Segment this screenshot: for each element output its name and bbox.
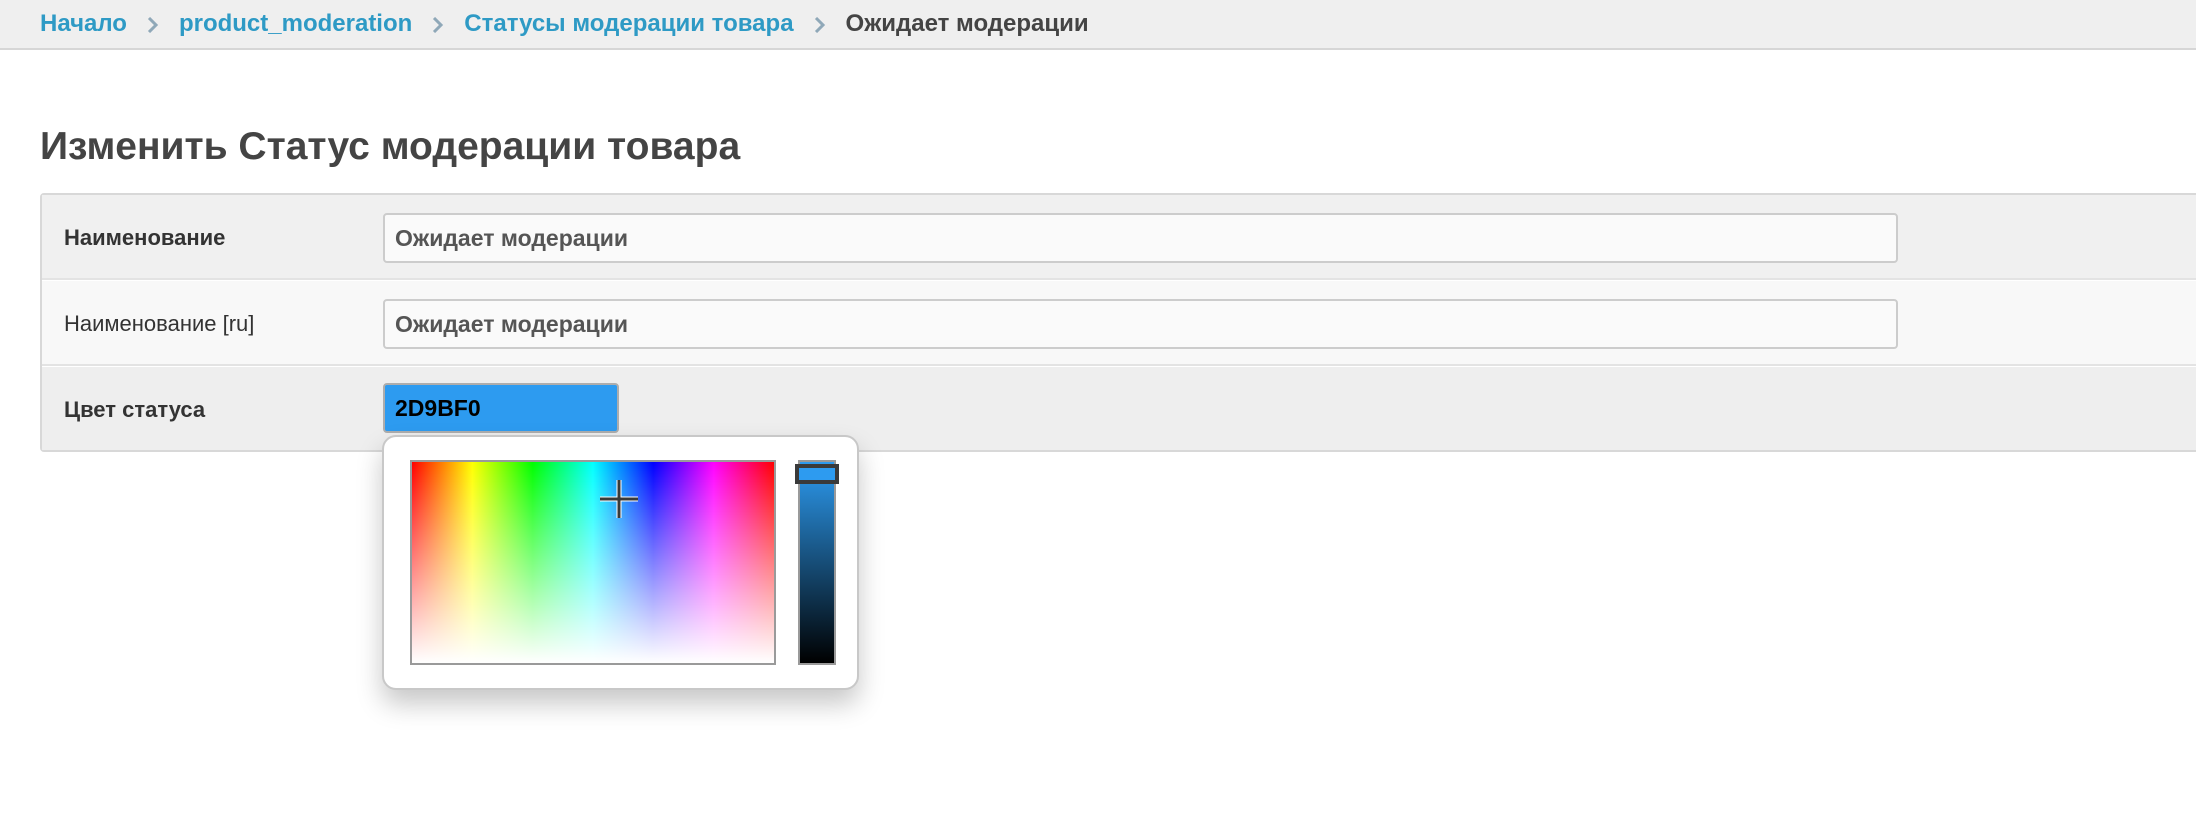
- name-field[interactable]: [383, 213, 1898, 263]
- breadcrumb-app-link[interactable]: product_moderation: [179, 10, 412, 38]
- form-row-status-color: Цвет статуса: [42, 367, 2196, 450]
- chevron-right-icon: [412, 10, 464, 38]
- color-picker-popup: [382, 435, 859, 690]
- chevron-right-icon: [794, 10, 846, 38]
- form-fieldset: Наименование Наименование [ru] Цвет стат…: [40, 193, 2196, 452]
- status-color-field-label: Цвет статуса: [64, 397, 206, 422]
- color-picker-saturation-area[interactable]: [410, 460, 776, 665]
- breadcrumb: Начало product_moderation Статусы модера…: [0, 0, 2196, 50]
- form-row-name: Наименование: [42, 195, 2196, 280]
- color-picker-brightness-slider[interactable]: [798, 460, 836, 665]
- status-color-field[interactable]: [383, 383, 619, 433]
- breadcrumb-current: Ожидает модерации: [845, 10, 1089, 37]
- name-ru-field-label: Наименование [ru]: [64, 311, 255, 336]
- breadcrumb-model-link[interactable]: Статусы модерации товара: [464, 10, 793, 38]
- page-title: Изменить Статус модерации товара: [40, 125, 741, 168]
- breadcrumb-home-link[interactable]: Начало: [40, 10, 127, 38]
- name-ru-field[interactable]: [383, 299, 1898, 349]
- chevron-right-icon: [127, 10, 179, 38]
- form-row-name-ru: Наименование [ru]: [42, 281, 2196, 366]
- color-picker-slider-handle[interactable]: [795, 464, 839, 484]
- crosshair-icon[interactable]: [598, 478, 640, 520]
- name-field-label: Наименование: [64, 225, 226, 250]
